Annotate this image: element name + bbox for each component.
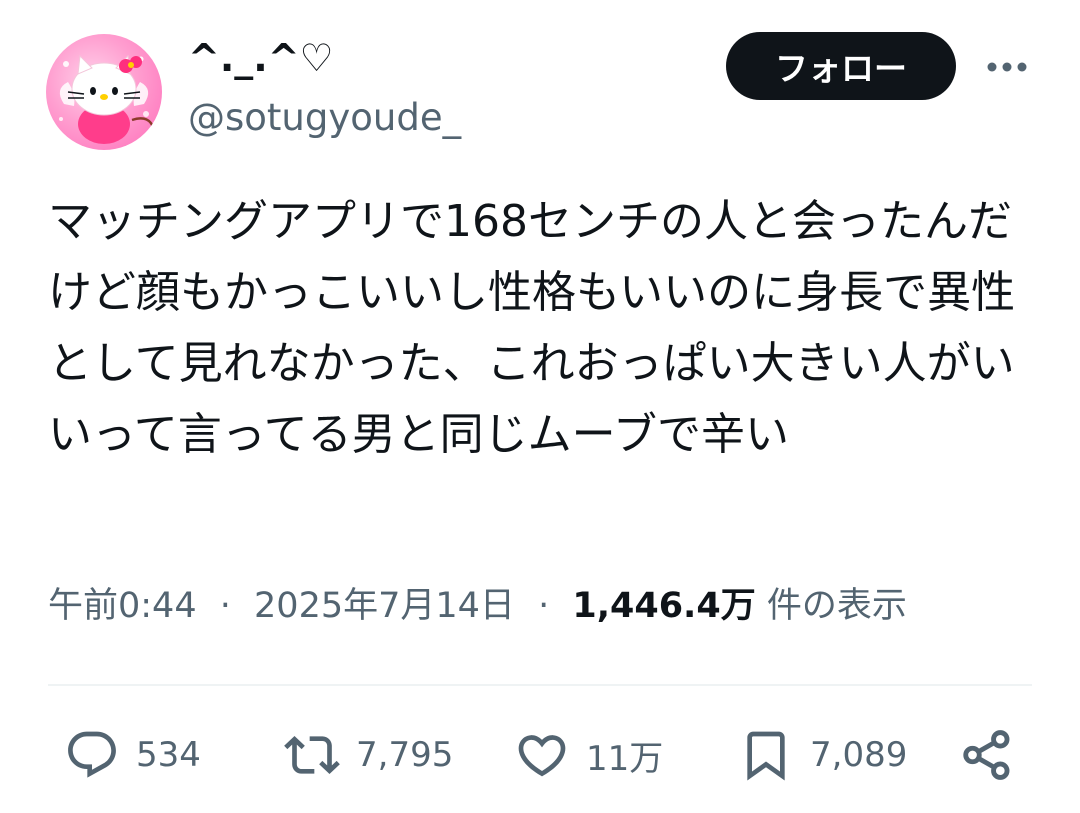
divider [48,684,1032,686]
like-button[interactable]: 11万 [514,718,663,792]
tweet-text: マッチングアプリで168センチの人と会ったんだけど顔もかっこいいし性格もいいのに… [48,196,1016,460]
share-button[interactable] [958,718,1016,792]
follow-button[interactable]: フォロー [726,32,956,100]
tweet-header: ^._.^♡ @sotugyoude_ フォロー [0,0,1080,170]
views-label: 件の表示 [766,586,907,626]
retweet-button[interactable]: 7,795 [284,718,453,792]
views-count[interactable]: 1,446.4万 [572,586,755,626]
bookmark-icon [747,731,785,781]
tweet-date[interactable]: 2025年7月14日 [254,586,515,626]
avatar[interactable] [46,34,162,150]
reply-count: 534 [136,735,201,775]
meta-separator: · [219,586,231,626]
bookmark-count: 7,089 [810,735,908,775]
tweet-meta: 午前0:44 · 2025年7月14日 · 1,446.4万 件の表示 [48,578,907,634]
like-count: 11万 [586,738,664,779]
more-options-button[interactable] [980,46,1034,88]
more-icon [987,62,1027,72]
bookmark-button[interactable]: 7,089 [738,718,907,792]
retweet-count: 7,795 [356,735,454,775]
tweet-time[interactable]: 午前0:44 [48,586,197,626]
heart-icon [518,735,566,777]
reply-icon [68,731,116,778]
display-name[interactable]: ^._.^♡ [188,36,334,80]
retweet-icon [284,736,340,774]
meta-separator: · [538,586,550,626]
reply-button[interactable]: 534 [64,718,201,792]
share-icon [963,730,1010,780]
action-bar: 534 7,795 11万 7,089 [0,718,1080,792]
user-handle[interactable]: @sotugyoude_ [188,96,461,139]
hello-kitty-angel-avatar-icon [59,54,156,144]
